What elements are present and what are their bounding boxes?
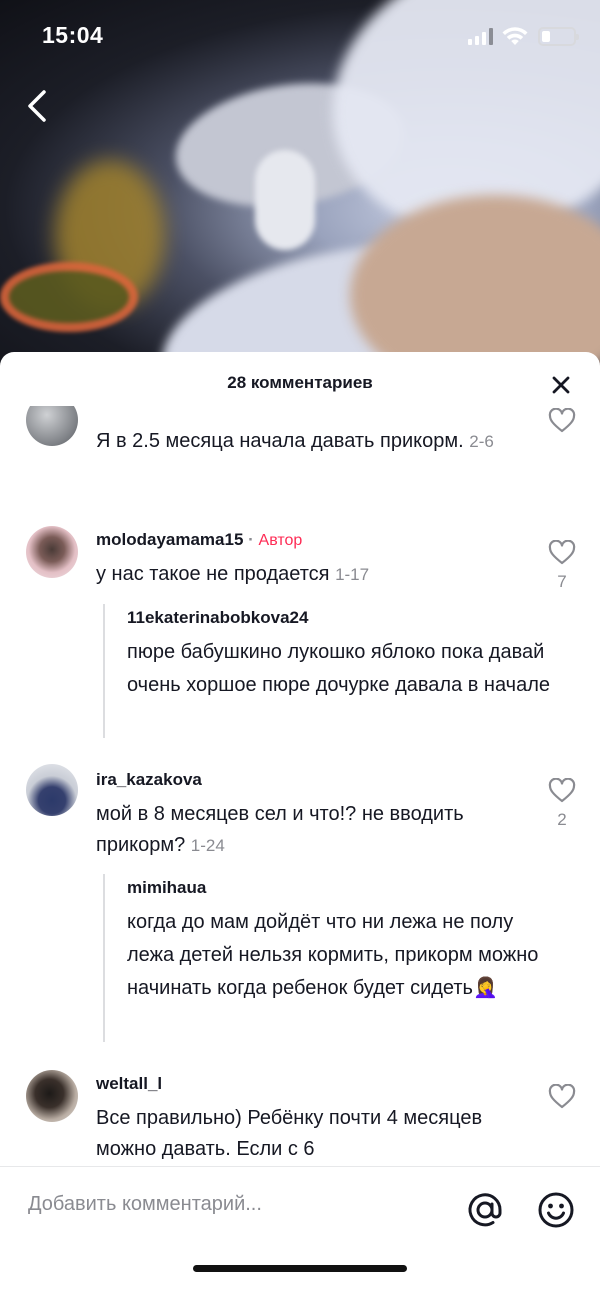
username-text: ira_kazakova	[96, 770, 202, 789]
status-bar: 15:04	[0, 0, 600, 76]
comment-text: у нас такое не продается 1-17	[96, 559, 516, 590]
mention-at-icon[interactable]	[466, 1191, 504, 1229]
heart-icon	[548, 778, 576, 803]
wifi-icon	[502, 27, 528, 45]
comment-username[interactable]: weltall_l	[96, 1074, 162, 1094]
comment-body: Все правильно) Ребёнку почти 4 месяцев м…	[96, 1107, 483, 1160]
reply-username[interactable]: mimihaua	[127, 878, 563, 898]
comment-date: 2-6	[469, 432, 494, 451]
comments-sheet: 28 комментариев Я в 2.5 месяца начала да…	[0, 352, 600, 1298]
comment-item: ira_kazakova мой в 8 месяцев сел и что!?…	[0, 764, 600, 1054]
comment-date: 1-24	[190, 836, 225, 855]
username-text: weltall_l	[96, 1074, 163, 1093]
reply-text: пюре бабушкино лукошко яблоко пока давай…	[127, 641, 550, 696]
close-icon[interactable]	[548, 372, 574, 398]
comment-input-bar: Добавить комментарий...	[0, 1166, 600, 1298]
like-button[interactable]: 2	[547, 778, 577, 830]
back-arrow-icon[interactable]	[22, 86, 58, 126]
like-count: 7	[557, 572, 567, 591]
video-blur-shape	[255, 150, 315, 250]
battery-icon	[538, 27, 579, 46]
comment-body: мой в 8 месяцев сел и что!? не вводить п…	[96, 803, 464, 856]
avatar[interactable]	[26, 764, 78, 816]
comments-count-title: 28 комментариев	[227, 373, 373, 392]
comment-item: molodayamama15 · Автор у нас такое не пр…	[0, 524, 600, 748]
comment-text: мой в 8 месяцев сел и что!? не вводить п…	[96, 799, 516, 861]
avatar[interactable]	[26, 526, 78, 578]
comments-list[interactable]: Я в 2.5 месяца начала давать прикорм. 2-…	[0, 406, 600, 1166]
like-count: 2	[557, 810, 567, 829]
like-button[interactable]	[547, 408, 577, 434]
comment-username[interactable]: molodayamama15 · Автор	[96, 530, 302, 550]
like-button[interactable]	[547, 1084, 577, 1110]
home-indicator	[193, 1265, 407, 1272]
heart-icon	[548, 1084, 576, 1109]
video-blur-shape	[0, 262, 138, 332]
avatar[interactable]	[26, 406, 78, 446]
like-button[interactable]: 7	[547, 540, 577, 592]
emoji-icon[interactable]	[537, 1191, 575, 1229]
comment-username[interactable]: ira_kazakova	[96, 770, 202, 790]
comment-body: Я в 2.5 месяца начала давать прикорм.	[96, 430, 464, 452]
avatar[interactable]	[26, 1070, 78, 1122]
comment-item: weltall_l Все правильно) Ребёнку почти 4…	[0, 1068, 600, 1166]
heart-icon	[548, 408, 576, 433]
reply-text: когда до мам дойдёт что ни лежа не полу …	[127, 911, 539, 999]
reply-username[interactable]: 11ekaterinabobkova24	[127, 608, 563, 628]
heart-icon	[548, 540, 576, 565]
comment-item: Я в 2.5 месяца начала давать прикорм. 2-…	[0, 406, 600, 502]
reply-item: 11ekaterinabobkova24 пюре бабушкино луко…	[103, 604, 563, 738]
comment-text: Все правильно) Ребёнку почти 4 месяцев м…	[96, 1103, 516, 1165]
sheet-header: 28 комментариев	[0, 352, 600, 414]
comment-input[interactable]: Добавить комментарий...	[28, 1193, 262, 1216]
author-badge: Автор	[258, 532, 303, 549]
comment-date: 1-17	[335, 565, 370, 584]
comment-body: у нас такое не продается	[96, 563, 330, 585]
username-text: molodayamama15	[96, 530, 244, 549]
status-time: 15:04	[42, 22, 104, 48]
separator-dot: ·	[248, 530, 254, 549]
reply-item: mimihaua когда до мам дойдёт что ни лежа…	[103, 874, 563, 1042]
cellular-signal-icon	[468, 28, 493, 45]
comment-text: Я в 2.5 месяца начала давать прикорм. 2-…	[96, 426, 516, 457]
